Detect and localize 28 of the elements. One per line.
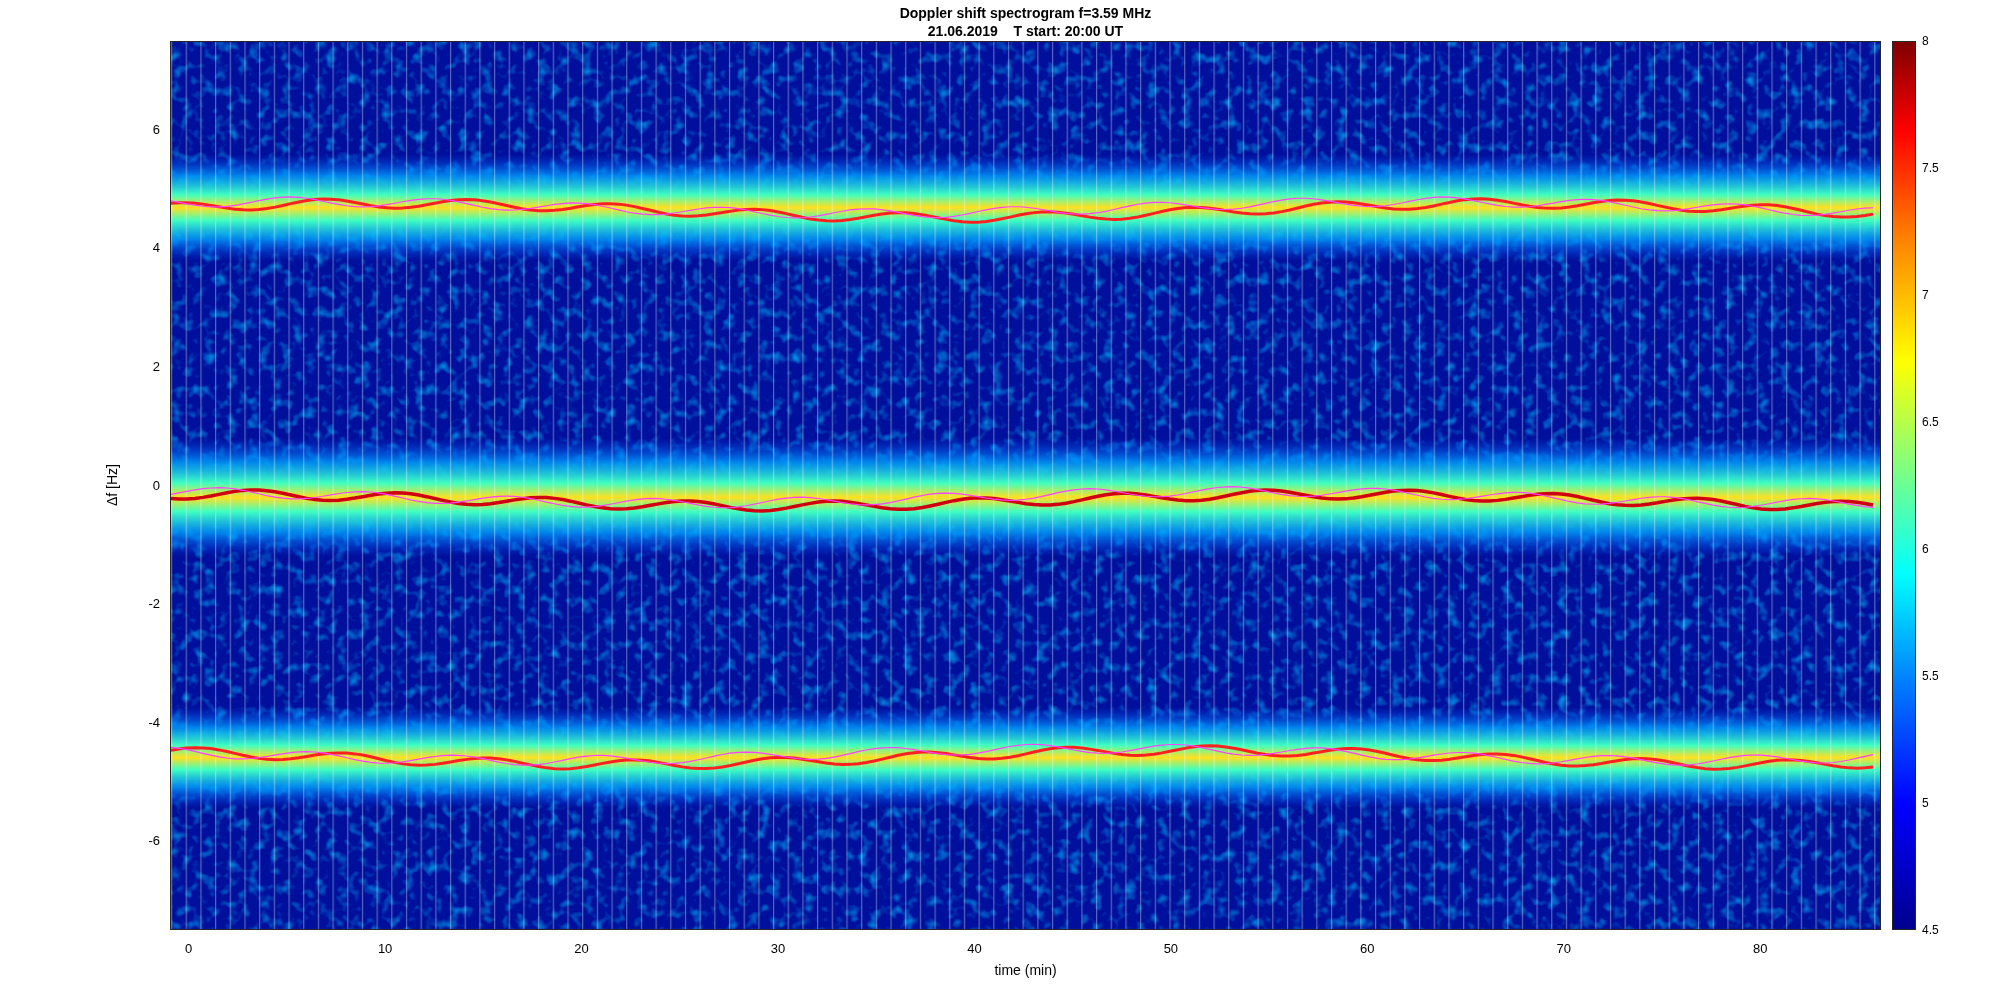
colorbar-tick-label: 6.5 (1922, 415, 1939, 429)
x-tick-label: 30 (770, 941, 786, 957)
y-tick-label: -6 (148, 833, 160, 850)
x-tick-label: 70 (1556, 941, 1571, 957)
chart-title: Doppler shift spectrogram f=3.59 MHz (899, 4, 1152, 22)
x-tick-label: 60 (1360, 941, 1375, 957)
x-tick-label: 80 (1752, 941, 1768, 957)
x-tick-label: 40 (967, 941, 982, 957)
y-tick-label: 6 (152, 121, 160, 138)
y-tick-label: 2 (152, 358, 160, 375)
x-tick-label: 0 (185, 941, 193, 957)
x-axis-label: time (min) (994, 961, 1057, 980)
colorbar-tick-label: 4.5 (1922, 923, 1939, 937)
y-axis-label: Δf [Hz] (104, 464, 120, 506)
y-tick-label: -2 (148, 596, 160, 613)
colorbar-tick-label: 8 (1922, 34, 1929, 48)
y-tick-label: -4 (148, 714, 160, 731)
colorbar-tick-label: 5.5 (1922, 669, 1939, 683)
y-tick-label: 4 (152, 240, 160, 257)
y-tick-label: 0 (152, 477, 160, 494)
chart-title: 21.06.2019 T start: 20:00 UT (927, 22, 1124, 40)
colorbar-tick-label: 7.5 (1922, 161, 1939, 175)
colorbar-tick-label: 5 (1922, 796, 1929, 810)
x-tick-label: 50 (1163, 941, 1179, 957)
colorbar-tick-label: 6 (1922, 542, 1929, 556)
colorbar-tick-label: 7 (1922, 288, 1929, 302)
x-tick-label: 10 (377, 941, 393, 957)
x-tick-label: 20 (574, 941, 589, 957)
